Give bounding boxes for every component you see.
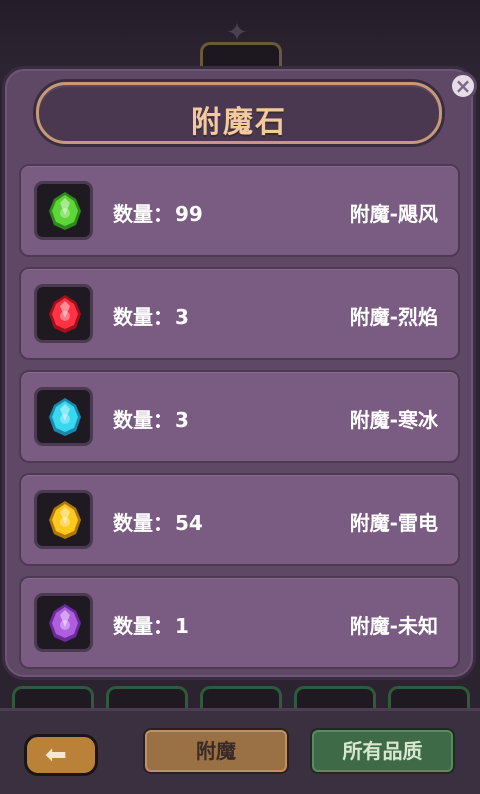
gem-slot (34, 490, 93, 549)
ice-gem-icon (49, 398, 81, 436)
enchant-stone-row[interactable]: 数量： 3 附魔-寒冰 (19, 370, 460, 463)
thunder-gem-icon (49, 501, 81, 539)
unknown-gem-icon (49, 604, 81, 642)
quantity-label: 数量： (113, 305, 173, 329)
gem-slot (34, 387, 93, 446)
enchant-name: 附魔-未知 (349, 614, 438, 638)
quantity-text: 数量： 54 (113, 507, 203, 536)
title-bar: 附魔石 (36, 82, 442, 144)
enchant-name: 附魔-烈焰 (349, 305, 438, 329)
enchant-name: 附魔-飓风 (349, 202, 438, 226)
quantity-label: 数量： (113, 408, 173, 432)
back-button[interactable]: ⬅ (24, 734, 98, 776)
back-arrow-icon: ⬅ (45, 740, 67, 770)
enchant-stone-row[interactable]: 数量： 3 附魔-烈焰 (19, 267, 460, 360)
quantity-value: 3 (175, 305, 189, 329)
quantity-label: 数量： (113, 614, 173, 638)
quantity-value: 54 (175, 511, 203, 535)
gem-slot (34, 181, 93, 240)
fire-gem-icon (49, 295, 81, 333)
quantity-text: 数量： 1 (113, 610, 189, 639)
quantity-value: 1 (175, 614, 189, 638)
close-button[interactable]: × (449, 72, 477, 100)
quantity-text: 数量： 3 (113, 301, 189, 330)
quantity-text: 数量： 3 (113, 404, 189, 433)
enchant-stone-row[interactable]: 数量： 54 附魔-雷电 (19, 473, 460, 566)
enchant-name: 附魔-寒冰 (349, 408, 438, 432)
enchant-name: 附魔-雷电 (349, 511, 438, 535)
quantity-value: 3 (175, 408, 189, 432)
enchant-stone-row[interactable]: 数量： 1 附魔-未知 (19, 576, 460, 669)
panel-title: 附魔石 (191, 105, 287, 140)
gem-slot (34, 284, 93, 343)
gem-slot (34, 593, 93, 652)
quantity-text: 数量： 99 (113, 198, 203, 227)
quality-filter-button[interactable]: 所有品质 (312, 730, 453, 772)
close-icon: × (454, 74, 472, 98)
enchant-stone-row[interactable]: 数量： 99 附魔-飓风 (19, 164, 460, 257)
wind-gem-icon (49, 192, 81, 230)
quantity-value: 99 (175, 202, 203, 226)
enchant-button[interactable]: 附魔 (145, 730, 287, 772)
quantity-label: 数量： (113, 202, 173, 226)
quantity-label: 数量： (113, 511, 173, 535)
